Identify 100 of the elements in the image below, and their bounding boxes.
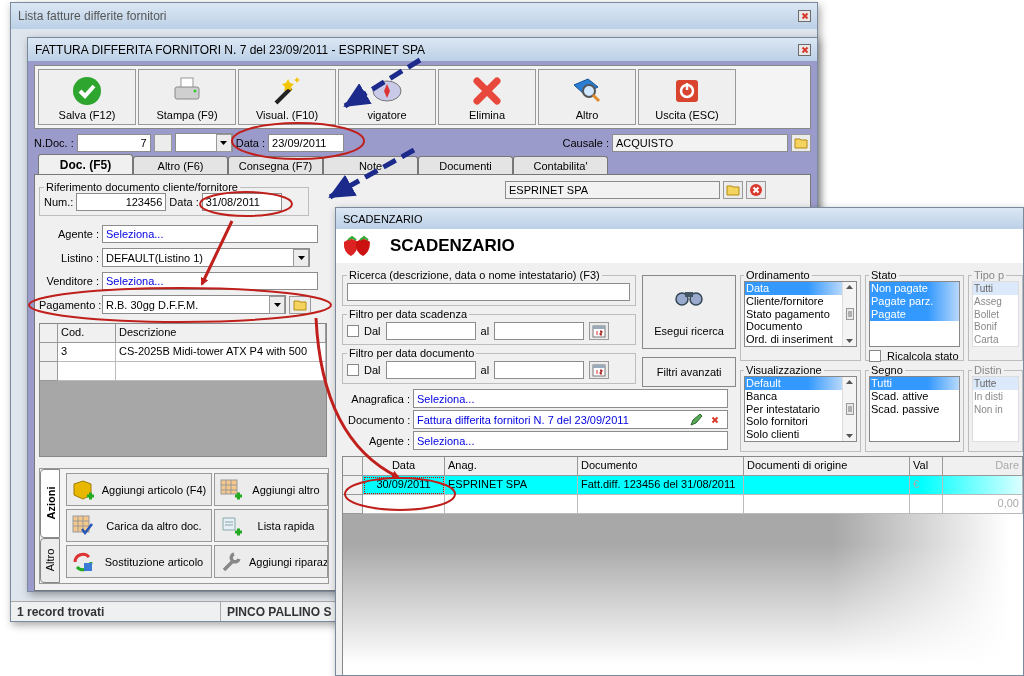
checkbox[interactable] — [347, 364, 359, 376]
field-label: Anagrafica : — [350, 392, 410, 405]
close-button[interactable] — [798, 43, 811, 56]
list-item[interactable]: Tutte — [973, 377, 1018, 390]
dropdown-button[interactable] — [293, 248, 309, 267]
list-box[interactable]: Tutte In disti Non in — [972, 376, 1019, 442]
scrollbar[interactable] — [842, 282, 856, 346]
arrow-up-icon[interactable] — [846, 285, 853, 289]
column-header: Dare — [943, 457, 1023, 476]
list-item[interactable]: Scad. attive — [870, 390, 959, 403]
action-button[interactable]: Lista rapida — [214, 509, 328, 542]
selection-field[interactable]: Fattura differita fornitori N. 7 del 23/09/2011 — [413, 410, 728, 429]
action-button[interactable]: Aggiungi altro — [214, 473, 328, 506]
list-item[interactable]: Ord. di inseriment — [745, 333, 842, 346]
toolbar-button[interactable]: Salva (F12) — [38, 69, 136, 125]
caret-icon — [273, 302, 281, 307]
list-item[interactable]: Asseg — [973, 294, 1018, 308]
close-button[interactable] — [798, 10, 811, 22]
dropdown-button[interactable] — [215, 133, 232, 152]
dropdown-field[interactable]: DEFAULT(Listino 1) — [102, 248, 310, 267]
field-label: Agente : — [57, 228, 99, 240]
date-field[interactable] — [385, 361, 476, 379]
date-field[interactable] — [494, 361, 585, 379]
list-item[interactable]: Documento — [745, 320, 842, 334]
side-tab[interactable]: Azioni — [40, 469, 60, 538]
toolbar-button[interactable]: vigatore — [338, 69, 436, 125]
list-item[interactable]: Banca — [745, 389, 842, 403]
reason-field[interactable]: ACQUISTO — [612, 133, 788, 152]
column-header: Val — [910, 457, 943, 476]
action-button[interactable]: Sostituzione articolo — [66, 545, 212, 578]
action-button[interactable]: Aggiungi articolo (F4) — [66, 473, 212, 506]
tab[interactable]: Documenti — [418, 156, 513, 174]
scrollbar[interactable] — [842, 377, 856, 441]
action-button[interactable]: Esegui ricerca — [642, 275, 736, 349]
dropdown-button[interactable] — [269, 295, 285, 314]
list-item[interactable]: Scad. passive — [870, 403, 959, 416]
number-field[interactable]: 123456 — [76, 193, 167, 211]
checkbox[interactable] — [869, 350, 881, 362]
check-icon — [71, 75, 103, 107]
list-item[interactable]: Non in — [973, 403, 1018, 416]
clear-button[interactable] — [746, 181, 766, 199]
list-item[interactable]: Solo clienti — [745, 428, 842, 441]
toolbar-button[interactable]: Elimina — [438, 69, 536, 125]
toolbar-button[interactable]: Altro — [538, 69, 636, 125]
field-label: Data : — [235, 136, 266, 149]
list-item[interactable]: Cliente/fornitore — [745, 294, 842, 308]
action-button[interactable]: Carica da altro doc. — [66, 509, 212, 542]
number-field[interactable]: 7 — [76, 133, 151, 152]
tab[interactable]: Note — [323, 156, 418, 174]
folder-button[interactable] — [723, 181, 743, 199]
group-title: Stato — [870, 269, 898, 281]
small-button[interactable] — [153, 133, 172, 152]
list-box[interactable]: Tutti Scad. attive Scad. passive — [869, 376, 960, 442]
dropdown-field[interactable]: R.B. 30gg D.F.F.M. — [102, 295, 286, 314]
list-item[interactable]: Bollet — [973, 307, 1018, 321]
list-box[interactable]: Tutti Asseg Bollet Bonif Carta — [972, 281, 1019, 347]
list-box[interactable]: Default Banca Per intestatario Solo fornitori Solo clienti — [744, 376, 857, 442]
selection-field[interactable]: Seleziona... — [413, 389, 728, 408]
toolbar-button[interactable]: Stampa (F9) — [138, 69, 236, 125]
search-field[interactable] — [347, 283, 630, 301]
toolbar-button[interactable]: Visual. (F10) — [238, 69, 336, 125]
list-item[interactable]: In disti — [973, 390, 1018, 403]
side-tab[interactable]: Altro — [40, 537, 60, 583]
caret-icon — [297, 255, 305, 260]
date-field[interactable] — [385, 322, 476, 340]
tab[interactable]: Altro (F6) — [133, 156, 228, 174]
arrow-down-icon[interactable] — [846, 339, 853, 343]
supplier-field[interactable]: ESPRINET SPA — [505, 181, 720, 199]
checkbox[interactable] — [347, 325, 359, 337]
folder-button[interactable] — [791, 133, 811, 152]
list-item[interactable]: Stato pagamento — [745, 307, 842, 321]
tab[interactable]: Doc. (F5) — [38, 154, 133, 174]
arrow-up-icon[interactable] — [846, 380, 853, 384]
list-item[interactable]: Bonif — [973, 320, 1018, 334]
list-item[interactable]: Tutti — [973, 282, 1018, 295]
arrow-down-icon[interactable] — [846, 434, 853, 438]
row-header — [343, 457, 363, 476]
date-field[interactable]: 23/09/2011 — [268, 133, 345, 152]
calendar-button[interactable] — [589, 322, 610, 340]
selection-field[interactable]: Seleziona... — [102, 272, 318, 290]
dropdown-field[interactable] — [174, 133, 233, 152]
action-button[interactable]: Filtri avanzati — [642, 357, 736, 387]
scroll-thumb[interactable] — [845, 308, 854, 320]
list-item[interactable]: Carta — [973, 333, 1018, 346]
list-item[interactable]: Per intestatario — [745, 402, 842, 416]
calendar-button[interactable] — [589, 361, 610, 379]
date-field[interactable]: 31/08/2011 — [201, 193, 282, 211]
toolbar-button[interactable]: Uscita (ESC) — [638, 69, 736, 125]
table-row[interactable]: 30/09/2011 ESPRINET SPA Fatt.diff. 123456 del 31/08/2011 € — [343, 476, 1023, 495]
date-field[interactable] — [494, 322, 585, 340]
list-item[interactable]: Solo fornitori — [745, 415, 842, 429]
selection-field[interactable]: Seleziona... — [413, 431, 728, 450]
tab[interactable]: Consegna (F7) — [228, 156, 323, 174]
folder-button[interactable] — [289, 295, 311, 314]
tab[interactable]: Contabilita' — [513, 156, 608, 174]
scroll-thumb[interactable] — [845, 403, 854, 415]
selection-field[interactable]: Seleziona... — [102, 225, 318, 243]
status-text: 1 record trovati — [11, 602, 221, 621]
folder-icon — [293, 298, 307, 311]
list-box[interactable]: Data Cliente/fornitore Stato pagamento Documento Ord. di inseriment — [744, 281, 857, 347]
